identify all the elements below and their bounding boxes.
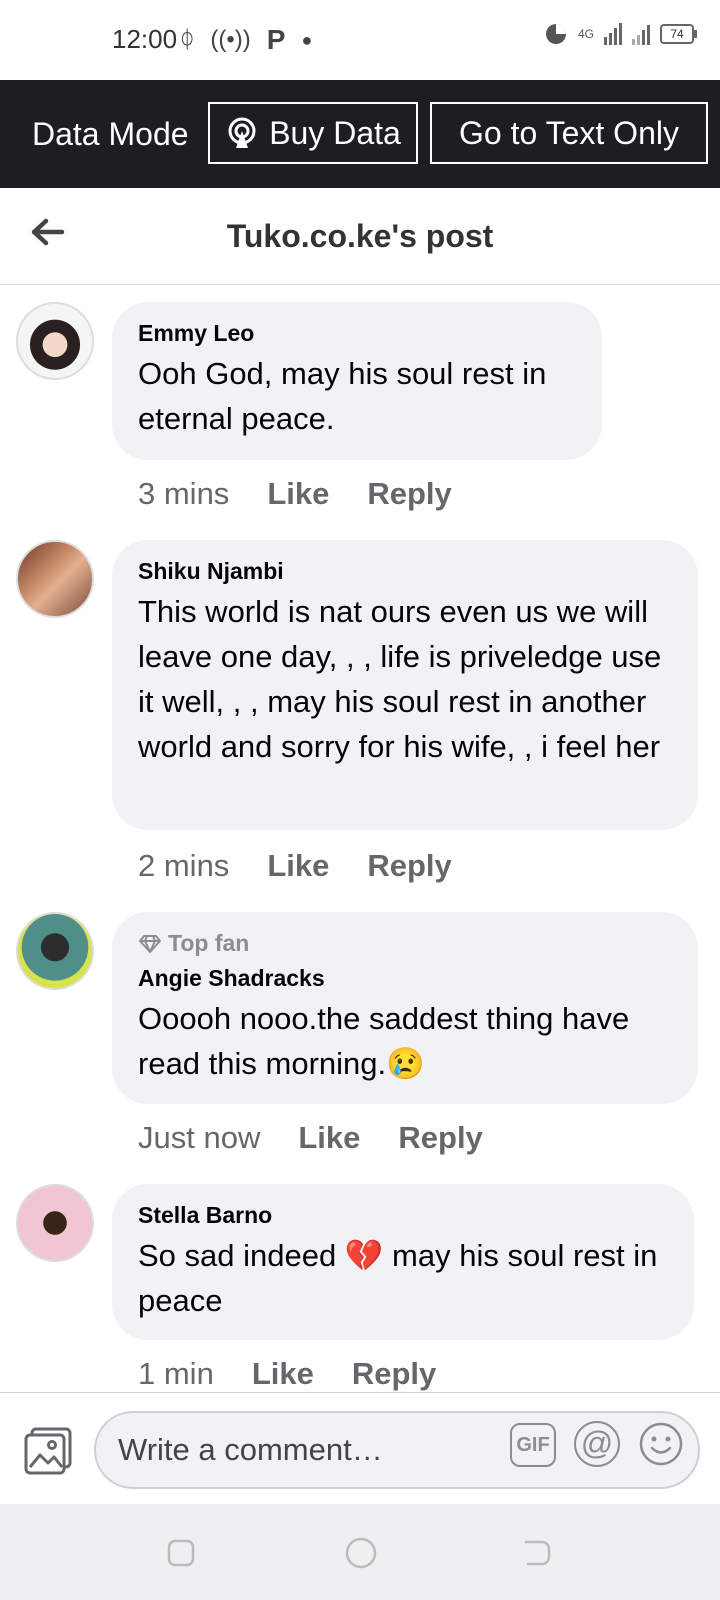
status-notification-icons: ᛰ ((•)) P ● <box>180 24 312 56</box>
avatar[interactable] <box>16 912 94 990</box>
comment-text: Ooh God, may his soul rest in eternal pe… <box>138 356 547 436</box>
avatar[interactable] <box>16 302 94 380</box>
comment-time: 1 min <box>138 1356 214 1391</box>
home-icon[interactable] <box>344 1536 378 1570</box>
like-button[interactable]: Like <box>298 1120 360 1156</box>
back-nav-icon[interactable] <box>522 1538 552 1568</box>
like-button[interactable]: Like <box>252 1356 314 1392</box>
signal-icon-2 <box>632 23 650 45</box>
text-only-button[interactable]: Go to Text Only <box>430 102 708 164</box>
comment-author[interactable]: Shiku Njambi <box>138 558 672 585</box>
comment-text: This world is nat ours even us we will l… <box>138 594 662 764</box>
comment-time: 2 mins <box>138 848 230 883</box>
dot-icon: ● <box>301 29 313 50</box>
reply-button[interactable]: Reply <box>367 476 451 512</box>
comment-bubble: Top fan Angie Shadracks Ooooh nooo.the s… <box>112 912 698 1104</box>
emoji-icon[interactable] <box>638 1421 684 1467</box>
top-fan-badge: Top fan <box>138 930 672 957</box>
status-time: 12:00 <box>112 24 178 54</box>
avatar[interactable] <box>16 540 94 618</box>
post-header: Tuko.co.ke's post <box>0 188 720 285</box>
battery-icon: 74 <box>660 24 697 44</box>
comment-bubble: Emmy Leo Ooh God, may his soul rest in e… <box>112 302 602 460</box>
comment-actions: 3 mins Like Reply <box>138 476 452 512</box>
signal-icon <box>604 23 622 45</box>
app-notification-icon: ᛰ <box>180 26 195 53</box>
comment-text: Ooooh nooo.the saddest thing have read t… <box>138 1001 630 1081</box>
like-button[interactable]: Like <box>267 848 329 884</box>
data-saver-icon <box>545 24 566 44</box>
comment-bubble: Shiku Njambi This world is nat ours even… <box>112 540 698 830</box>
comment-actions: Just now Like Reply <box>138 1120 483 1156</box>
data-mode-bar: Data Mode Buy Data Go to Text Only <box>0 80 720 188</box>
hotspot-icon: ((•)) <box>210 26 251 53</box>
comment-author[interactable]: Stella Barno <box>138 1202 668 1229</box>
reply-button[interactable]: Reply <box>352 1356 436 1392</box>
page-title: Tuko.co.ke's post <box>226 218 494 254</box>
comment-text: So sad indeed 💔 may his soul rest in pea… <box>138 1238 658 1318</box>
buy-data-label: Buy Data <box>269 114 401 151</box>
parking-icon: P <box>266 24 286 55</box>
buy-data-button[interactable]: Buy Data <box>208 102 418 164</box>
comment-composer: Write a comment… GIF @ <box>0 1392 720 1505</box>
text-only-label: Go to Text Only <box>459 114 679 151</box>
comment-author[interactable]: Emmy Leo <box>138 320 576 347</box>
reply-button[interactable]: Reply <box>398 1120 482 1156</box>
system-nav-bar <box>0 1504 720 1600</box>
comment-time: 3 mins <box>138 476 230 511</box>
comment-actions: 2 mins Like Reply <box>138 848 452 884</box>
comment-bubble: Stella Barno So sad indeed 💔 may his sou… <box>112 1184 694 1340</box>
avatar[interactable] <box>16 1184 94 1262</box>
status-right-icons: 4G 74 <box>544 22 697 46</box>
gif-button[interactable]: GIF <box>510 1423 556 1467</box>
status-bar: 12:00 ᛰ ((•)) P ● 4G 74 <box>0 0 720 80</box>
like-button[interactable]: Like <box>267 476 329 512</box>
network-type: 4G <box>577 27 594 41</box>
top-fan-label: Top fan <box>168 930 250 956</box>
broadcast-icon <box>228 117 256 148</box>
recent-apps-icon[interactable] <box>166 1538 196 1568</box>
comment-time: Just now <box>138 1120 261 1155</box>
mention-button[interactable]: @ <box>574 1421 620 1467</box>
comment-actions: 1 min Like Reply <box>138 1356 436 1392</box>
photo-icon[interactable] <box>22 1425 74 1477</box>
comment-author[interactable]: Angie Shadracks <box>138 965 672 992</box>
reply-button[interactable]: Reply <box>367 848 451 884</box>
diamond-icon <box>139 934 161 953</box>
data-mode-label: Data Mode <box>32 116 189 152</box>
